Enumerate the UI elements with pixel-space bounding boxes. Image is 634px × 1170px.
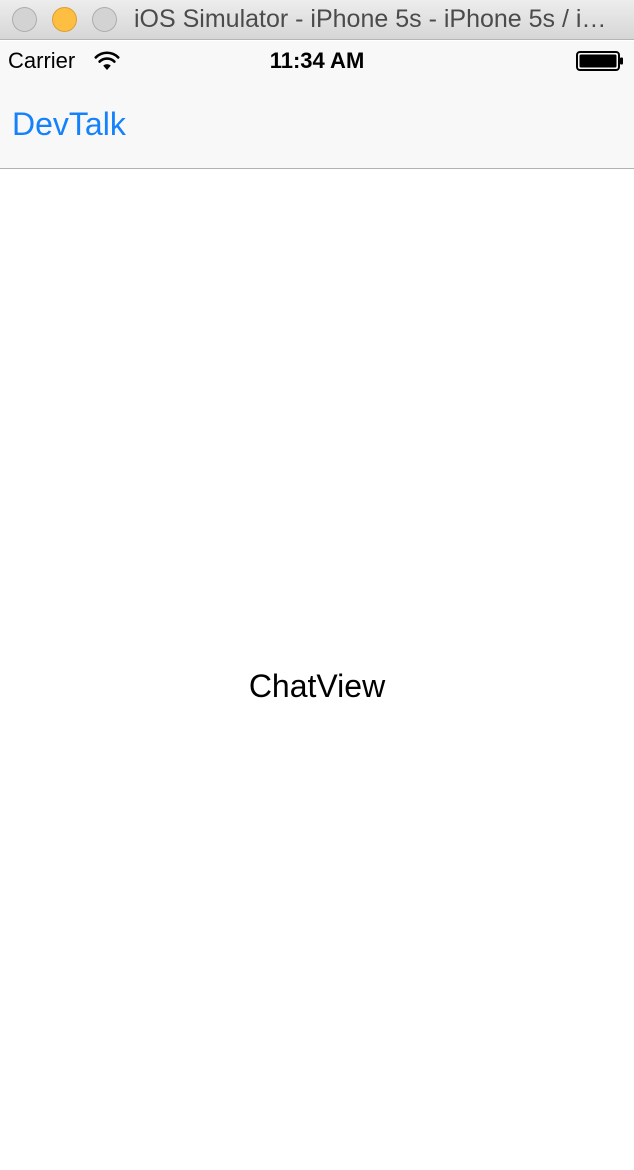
window-close-button[interactable] <box>12 7 37 32</box>
status-time: 11:34 AM <box>269 48 365 73</box>
back-button[interactable]: DevTalk <box>12 105 126 143</box>
battery-full-icon <box>576 51 623 71</box>
window-minimize-button[interactable] <box>52 7 77 32</box>
window-title: iOS Simulator - iPhone 5s - iPhone 5s / … <box>134 5 607 33</box>
chat-view-content: ChatView <box>0 170 634 1170</box>
chat-view-label: ChatView <box>248 668 386 704</box>
window-titlebar: iOS Simulator - iPhone 5s - iPhone 5s / … <box>0 0 634 40</box>
status-bar: Carrier 11:34 AM <box>0 41 634 81</box>
window-zoom-button[interactable] <box>92 7 117 32</box>
navigation-bar: DevTalk <box>0 81 634 169</box>
